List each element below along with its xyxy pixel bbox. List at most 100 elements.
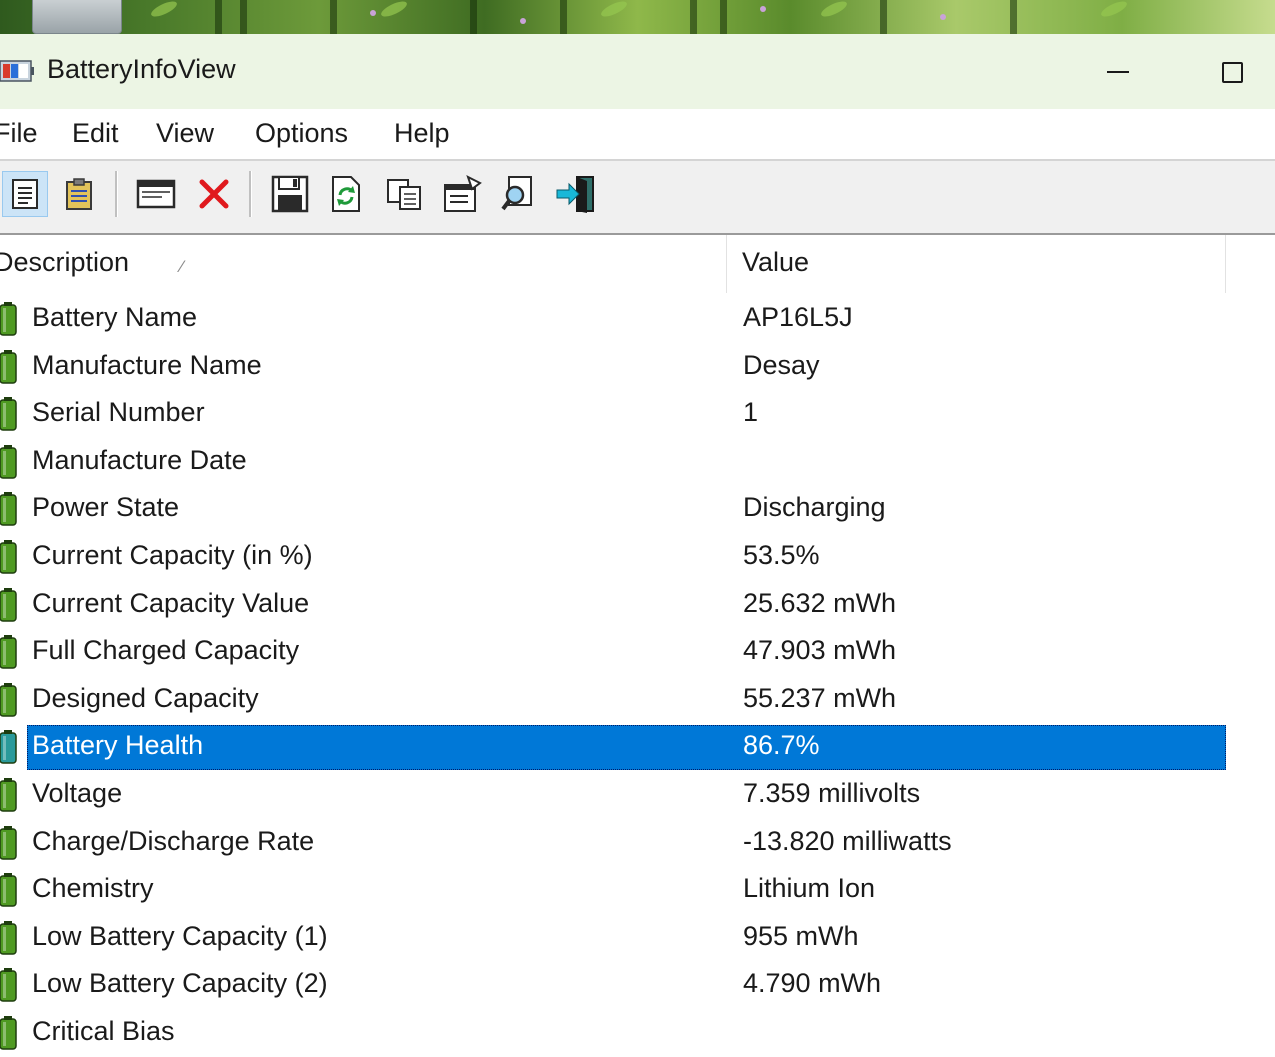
- find-button[interactable]: [497, 171, 543, 217]
- options-button[interactable]: [439, 171, 485, 217]
- table-row[interactable]: Voltage 7.359 millivolts: [0, 772, 1275, 819]
- window-title: BatteryInfoView: [47, 54, 236, 84]
- row-description: Manufacture Date: [32, 444, 247, 475]
- refresh-icon: [332, 176, 360, 212]
- exit-button[interactable]: [553, 171, 599, 217]
- find-icon: [501, 176, 532, 211]
- row-value: Lithium Ion: [743, 873, 876, 904]
- row-value: 1: [743, 397, 759, 428]
- battery-icon: [0, 635, 17, 669]
- app-battery-icon: [0, 60, 34, 82]
- table-row[interactable]: Current Capacity Value 25.632 mWh: [0, 582, 1275, 629]
- row-value: 47.903 mWh: [743, 635, 897, 666]
- menu-bar: File Edit View Options Help: [0, 109, 1275, 161]
- html-report-button[interactable]: [133, 171, 179, 217]
- row-description: Manufacture Name: [32, 349, 262, 380]
- row-value: Desay: [743, 349, 820, 380]
- table-row[interactable]: Full Charged Capacity 47.903 mWh: [0, 629, 1275, 676]
- menu-help[interactable]: Help: [394, 118, 450, 149]
- row-description: Designed Capacity: [32, 682, 259, 713]
- options-icon: [444, 175, 482, 212]
- delete-button[interactable]: [191, 171, 237, 217]
- column-divider[interactable]: [726, 235, 727, 293]
- battery-icon: [0, 587, 17, 622]
- row-value: 86.7%: [743, 730, 820, 761]
- title-bar[interactable]: BatteryInfoView: [0, 34, 1275, 109]
- table-row[interactable]: Battery Name AP16L5J: [0, 296, 1275, 343]
- column-divider[interactable]: [1225, 235, 1226, 293]
- column-header-description[interactable]: Description: [0, 247, 129, 278]
- toolbar-separator: [249, 171, 252, 217]
- menu-options[interactable]: Options: [255, 118, 348, 149]
- table-row[interactable]: Serial Number 1: [0, 391, 1275, 438]
- row-description: Charge/Discharge Rate: [32, 825, 315, 856]
- table-row[interactable]: Power State Discharging: [0, 486, 1275, 533]
- table-row[interactable]: Low Battery Capacity (1) 955 mWh: [0, 915, 1275, 962]
- row-description: Battery Health: [32, 730, 204, 761]
- row-value: 955 mWh: [743, 920, 859, 951]
- table-row[interactable]: Chemistry Lithium Ion: [0, 867, 1275, 914]
- battery-icon: [0, 778, 17, 812]
- row-description: Serial Number: [32, 397, 205, 428]
- battery-icon: [0, 920, 17, 955]
- row-value: Discharging: [743, 492, 886, 523]
- battery-icon: [0, 540, 17, 574]
- battery-icon: [0, 730, 17, 765]
- row-description: Low Battery Capacity (1): [32, 920, 328, 951]
- table-row[interactable]: Manufacture Name Desay: [0, 344, 1275, 391]
- menu-edit[interactable]: Edit: [72, 118, 119, 149]
- row-value: 55.237 mWh: [743, 682, 897, 713]
- properties-list-button[interactable]: [2, 171, 48, 217]
- row-description: Current Capacity Value: [32, 587, 310, 618]
- refresh-button[interactable]: [323, 171, 369, 217]
- clipboard-button[interactable]: [56, 171, 102, 217]
- window-icon: [136, 179, 176, 209]
- row-description: Chemistry: [32, 873, 154, 904]
- row-value: 7.359 millivolts: [743, 778, 921, 808]
- table-row[interactable]: Designed Capacity 55.237 mWh: [0, 677, 1275, 724]
- row-value: 4.790 mWh: [743, 968, 882, 999]
- save-button[interactable]: [267, 171, 313, 217]
- row-value: 53.5%: [743, 540, 820, 570]
- desktop-icon[interactable]: [32, 0, 122, 34]
- menu-file[interactable]: File: [0, 118, 38, 149]
- battery-icon: [0, 492, 17, 527]
- copy-button[interactable]: [381, 171, 427, 217]
- row-description: Battery Name: [32, 302, 198, 332]
- copy-icon: [387, 179, 421, 210]
- minimize-button[interactable]: [1088, 52, 1148, 92]
- row-description: Voltage: [32, 778, 123, 808]
- toolbar-separator: [115, 171, 118, 217]
- sort-arrow-icon: ⁄: [180, 257, 183, 276]
- row-description: Power State: [32, 492, 180, 523]
- properties-list-icon: [12, 179, 38, 209]
- table-row[interactable]: Current Capacity (in %) 53.5%: [0, 534, 1275, 581]
- exit-icon: [556, 176, 594, 213]
- battery-icon: [0, 349, 17, 384]
- battery-icon: [0, 397, 17, 431]
- battery-icon: [0, 444, 17, 479]
- menu-view[interactable]: View: [156, 118, 214, 149]
- battery-info-list[interactable]: Description ⁄ Value Battery Name AP16L5J M…: [0, 235, 1275, 1050]
- desktop-wallpaper: [0, 0, 1275, 34]
- clipboard-icon: [66, 178, 92, 210]
- maximize-button[interactable]: [1202, 52, 1262, 92]
- battery-icon: [0, 682, 17, 717]
- table-row[interactable]: Manufacture Date: [0, 439, 1275, 486]
- table-row[interactable]: Low Battery Capacity (2) 4.790 mWh: [0, 962, 1275, 1009]
- battery-icon: [0, 873, 17, 907]
- table-row[interactable]: Battery Health 86.7%: [0, 724, 1275, 771]
- row-value: -13.820 milliwatts: [743, 825, 952, 856]
- selection-highlight: [27, 725, 1226, 771]
- battery-icon: [0, 825, 17, 860]
- save-icon: [271, 175, 309, 213]
- row-value: 25.632 mWh: [743, 587, 897, 618]
- row-description: Full Charged Capacity: [32, 635, 300, 666]
- column-header-value[interactable]: Value: [742, 247, 809, 278]
- battery-icon: [0, 302, 17, 336]
- battery-icon: [0, 968, 17, 1003]
- table-row[interactable]: Charge/Discharge Rate -13.820 milliwatts: [0, 820, 1275, 867]
- row-description: Low Battery Capacity (2): [32, 968, 328, 999]
- row-description: Critical Bias: [32, 1016, 175, 1046]
- list-header: Description ⁄ Value: [0, 235, 1275, 293]
